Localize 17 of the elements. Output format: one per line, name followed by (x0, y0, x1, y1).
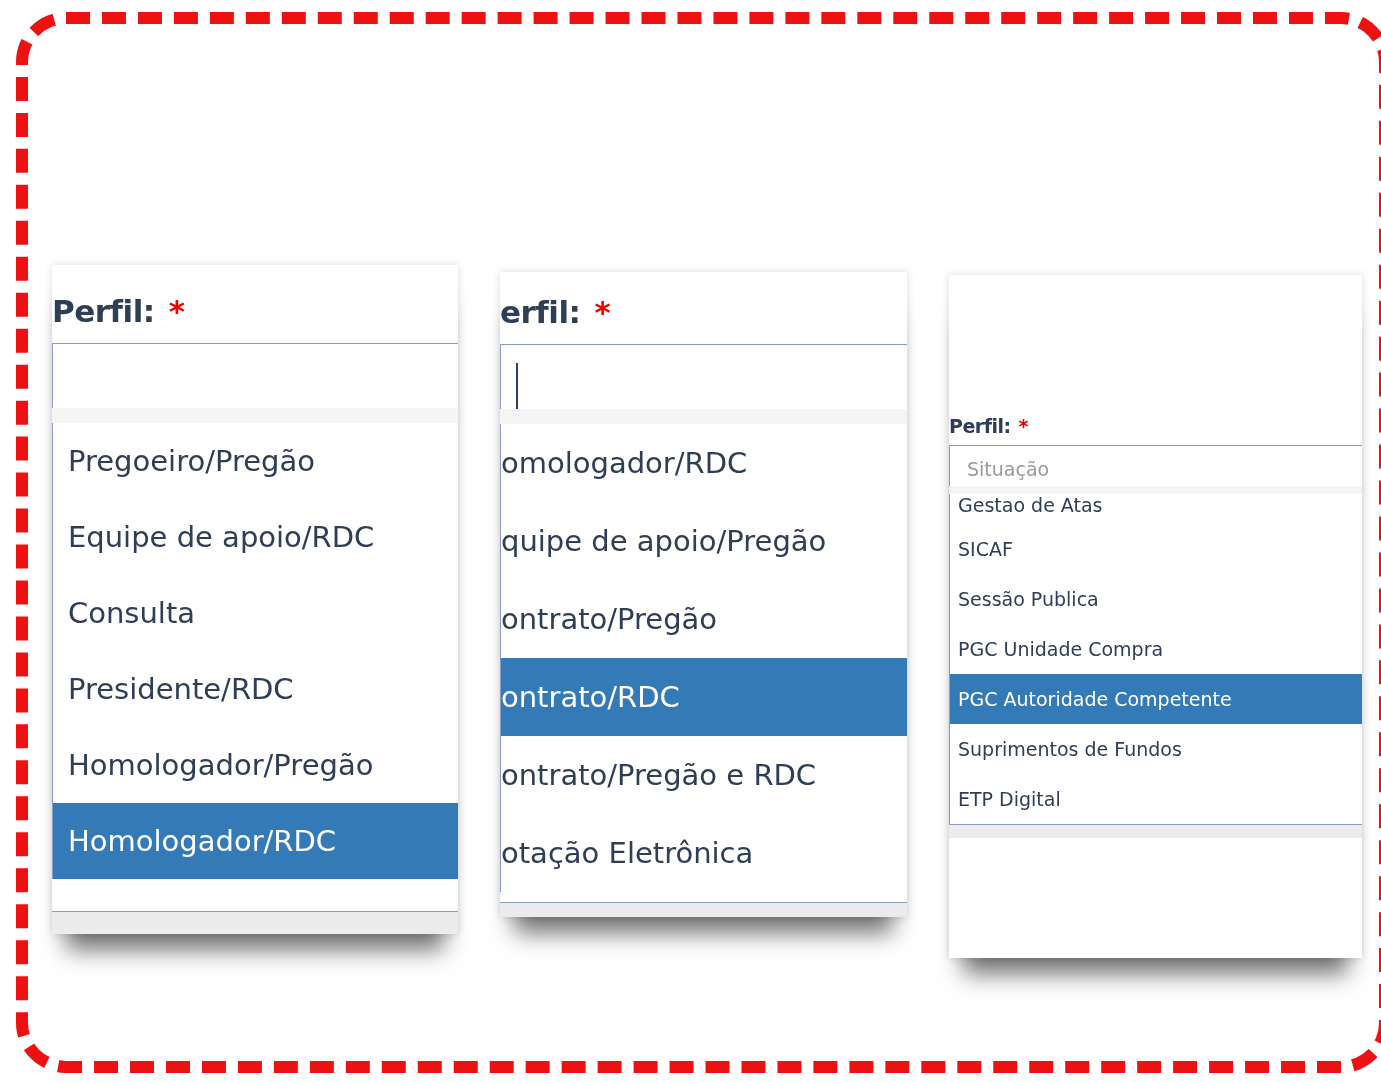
field-label: Perfil: (52, 293, 155, 329)
dropdown-option[interactable]: otação Eletrônica (501, 814, 907, 892)
dropdown-option[interactable]: PGC Autoridade Competente (950, 674, 1362, 724)
field-label: Perfil: (949, 415, 1011, 437)
search-field[interactable]: Situação (950, 446, 1267, 480)
required-mark: * (594, 294, 611, 330)
dropdown-option[interactable]: ontrato/Pregão e RDC (501, 736, 907, 814)
required-mark: * (168, 293, 185, 329)
dropdown-option[interactable]: ontrato/Pregão (501, 580, 907, 658)
required-mark: * (1018, 415, 1029, 437)
dropdown-option[interactable]: Homologador/RDC (53, 803, 458, 879)
dropdown-option[interactable]: ontrato/RDC (501, 658, 907, 736)
dropdown-option[interactable]: omologador/RDC (501, 424, 907, 502)
search-field[interactable] (52, 343, 458, 408)
search-field[interactable] (500, 344, 907, 409)
field-label: erfil: (500, 294, 581, 330)
dropdown-option[interactable]: quipe de apoio/Pregão (501, 502, 907, 580)
